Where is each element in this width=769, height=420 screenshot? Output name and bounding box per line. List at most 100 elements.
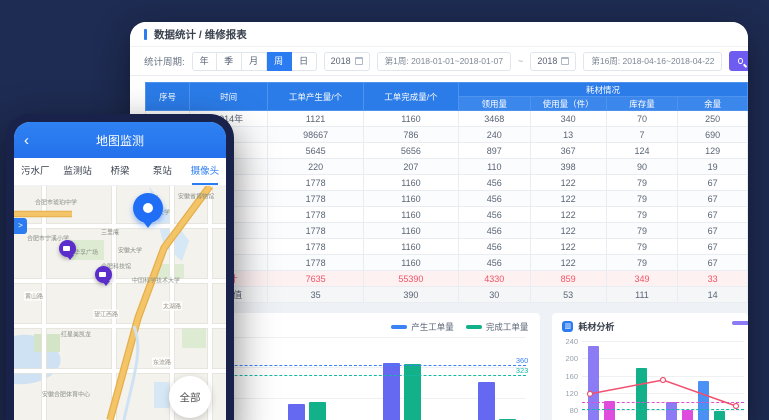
table-cell: 79 bbox=[606, 175, 677, 191]
table-row[interactable]: 177811604561227967 bbox=[146, 207, 748, 223]
table-row[interactable]: 2202071103989019 bbox=[146, 159, 748, 175]
table-cell: 456 bbox=[459, 223, 530, 239]
phone-tab-桥梁[interactable]: 桥梁 bbox=[99, 158, 141, 185]
query-label: 查询 bbox=[747, 48, 748, 74]
table-row[interactable]: 177811604561227967 bbox=[146, 223, 748, 239]
table-cell: 13 bbox=[530, 127, 606, 143]
table-row[interactable]: 56455656897367124129 bbox=[146, 143, 748, 159]
table-cell: 240 bbox=[459, 127, 530, 143]
avg-row[interactable]: 平均值35390305311114 bbox=[146, 287, 748, 303]
table-cell: 67 bbox=[678, 223, 748, 239]
legend-item[interactable]: 产生工单量 bbox=[391, 321, 454, 333]
table-cell: 55390 bbox=[363, 271, 458, 287]
week-end-input[interactable]: 第16周: 2018-04-16~2018-04-22 bbox=[583, 52, 722, 71]
phone-tab-污水厂[interactable]: 污水厂 bbox=[14, 158, 56, 185]
week-start-value: 第1周: 2018-01-01~2018-01-07 bbox=[385, 55, 503, 67]
all-filter-button[interactable]: 全部 bbox=[169, 376, 211, 418]
poi-label: 安徽合肥体育中心 bbox=[42, 390, 90, 399]
table-cell: 111 bbox=[606, 287, 677, 303]
y-axis-tick: 200 bbox=[565, 354, 578, 363]
period-option[interactable]: 季 bbox=[217, 52, 242, 71]
table-body: 12014年1121116034683407025098667786240137… bbox=[146, 111, 748, 303]
table-cell: 7 bbox=[606, 127, 677, 143]
table-cell: 90 bbox=[606, 159, 677, 175]
table-cell: 1160 bbox=[363, 191, 458, 207]
table-cell: 122 bbox=[530, 175, 606, 191]
period-option[interactable]: 年 bbox=[192, 52, 217, 71]
bar-产生工单量[interactable] bbox=[288, 404, 305, 420]
period-segmented-control: 年季月周日 bbox=[192, 52, 317, 71]
table-cell: 19 bbox=[678, 159, 748, 175]
poi-label: 中国科学技术大学 bbox=[132, 276, 180, 285]
table-cell: 14 bbox=[678, 287, 748, 303]
table-cell: 122 bbox=[530, 191, 606, 207]
back-icon[interactable]: ‹ bbox=[24, 133, 29, 148]
table-cell: 70 bbox=[606, 111, 677, 127]
table-cell: 79 bbox=[606, 255, 677, 271]
table-row[interactable]: 177811604561227967 bbox=[146, 255, 748, 271]
poi-label: 三里庵 bbox=[101, 228, 119, 237]
chart-icon: ▥ bbox=[562, 321, 573, 332]
bar-产生工单量[interactable] bbox=[478, 382, 495, 420]
camera-pin[interactable] bbox=[95, 266, 112, 283]
selected-location-pin[interactable] bbox=[133, 193, 163, 223]
table-cell: 122 bbox=[530, 207, 606, 223]
table-cell: 67 bbox=[678, 191, 748, 207]
map-expand-toggle[interactable]: > bbox=[14, 218, 27, 234]
table-cell: 897 bbox=[459, 143, 530, 159]
phone-tab-摄像头[interactable]: 摄像头 bbox=[184, 158, 226, 185]
table-row[interactable]: 177811604561227967 bbox=[146, 191, 748, 207]
table-row[interactable]: 177811604561227967 bbox=[146, 175, 748, 191]
phone-page-title: 地图监测 bbox=[96, 132, 144, 149]
table-cell: 456 bbox=[459, 255, 530, 271]
table-cell: 390 bbox=[363, 287, 458, 303]
table-row[interactable]: 98667786240137690 bbox=[146, 127, 748, 143]
column-group-header: 耗材情况 bbox=[459, 83, 748, 97]
year-start-select[interactable]: 2018 bbox=[324, 52, 370, 71]
table-cell: 53 bbox=[530, 287, 606, 303]
table-cell: 1778 bbox=[268, 239, 363, 255]
table-cell: 79 bbox=[606, 191, 677, 207]
phone-header: ‹ 地图监测 bbox=[14, 122, 226, 158]
map-view[interactable]: 合肥市琥珀中学体育场安徽农业大学安徽省博物馆三里庵合肥市宁溪小学华孚广场安徽大学… bbox=[14, 186, 226, 420]
calendar-icon bbox=[355, 57, 363, 65]
sub-column-header: 余量 bbox=[678, 97, 748, 111]
table-cell: 1778 bbox=[268, 191, 363, 207]
trend-line bbox=[582, 341, 744, 420]
period-option[interactable]: 周 bbox=[267, 52, 292, 71]
table-row[interactable]: 177811604561227967 bbox=[146, 239, 748, 255]
phone-tab-泵站[interactable]: 泵站 bbox=[141, 158, 183, 185]
table-cell: 5645 bbox=[268, 143, 363, 159]
legend-pill bbox=[466, 325, 482, 329]
period-option[interactable]: 月 bbox=[242, 52, 267, 71]
table-cell: 456 bbox=[459, 191, 530, 207]
bar-完成工单量[interactable] bbox=[404, 364, 421, 420]
table-row[interactable]: 12014年11211160346834070250 bbox=[146, 111, 748, 127]
table-cell: 35 bbox=[268, 287, 363, 303]
period-label: 统计周期: bbox=[144, 54, 185, 68]
y-axis-tick: 160 bbox=[565, 372, 578, 381]
year-start-value: 2018 bbox=[331, 56, 351, 66]
legend-item[interactable]: 完成工单量 bbox=[466, 321, 529, 333]
phone-tab-监测站[interactable]: 监测站 bbox=[56, 158, 98, 185]
breadcrumb-bar: 数据统计 / 维修报表 bbox=[130, 22, 748, 46]
year-end-value: 2018 bbox=[537, 56, 557, 66]
y-axis-tick: 80 bbox=[570, 406, 578, 415]
camera-pin[interactable] bbox=[59, 240, 76, 257]
year-end-select[interactable]: 2018 bbox=[530, 52, 576, 71]
phone-screen: ‹ 地图监测 污水厂监测站桥梁泵站摄像头 bbox=[14, 122, 226, 420]
table-cell: 1121 bbox=[268, 111, 363, 127]
total-row[interactable]: 合计763555390433085934933 bbox=[146, 271, 748, 287]
table-cell: 207 bbox=[363, 159, 458, 175]
bar-完成工单量[interactable] bbox=[309, 402, 326, 420]
road-label: 太湖路 bbox=[162, 302, 182, 311]
chart-legend: 产生工单量完成工单量 bbox=[391, 321, 528, 333]
table-cell: 98667 bbox=[268, 127, 363, 143]
week-start-input[interactable]: 第1周: 2018-01-01~2018-01-07 bbox=[377, 52, 511, 71]
query-button[interactable]: 查询 bbox=[729, 51, 748, 71]
filter-bar: 统计周期: 年季月周日 2018 第1周: 2018-01-01~2018-01… bbox=[130, 46, 748, 76]
period-option[interactable]: 日 bbox=[292, 52, 317, 71]
table-cell: 7635 bbox=[268, 271, 363, 287]
table-cell: 124 bbox=[606, 143, 677, 159]
bar-产生工单量[interactable] bbox=[383, 363, 400, 420]
